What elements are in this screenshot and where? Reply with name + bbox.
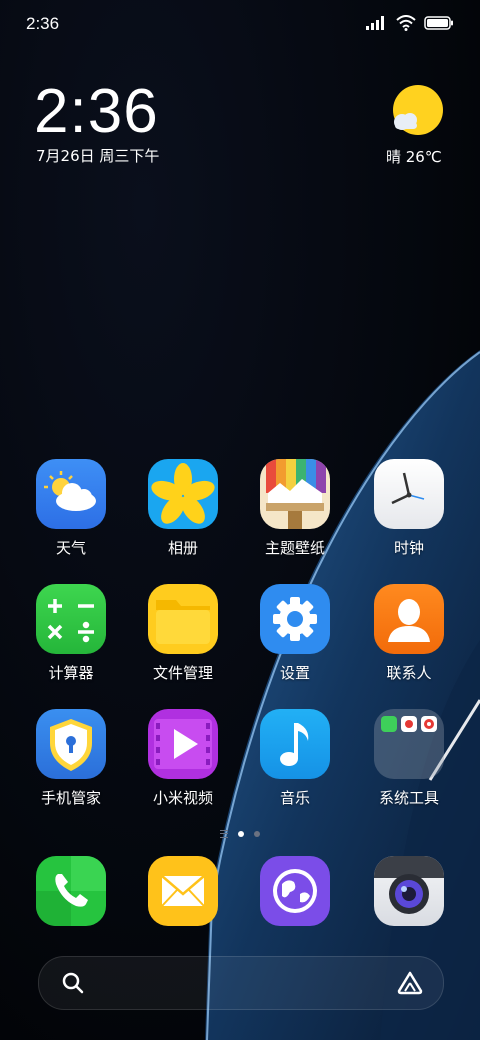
dock-phone[interactable] — [16, 856, 126, 926]
dock-camera[interactable] — [354, 856, 464, 926]
video-play-icon — [148, 709, 218, 779]
app-label: 主题壁纸 — [264, 539, 325, 557]
mail-icon — [148, 856, 218, 926]
search-icon — [62, 972, 84, 994]
calculator-icon — [36, 584, 106, 654]
wifi-icon — [396, 15, 416, 31]
app-settings[interactable]: 设置 — [240, 584, 350, 683]
search-bar[interactable] — [38, 956, 444, 1010]
browser-globe-icon — [260, 856, 330, 926]
app-clock[interactable]: 时钟 — [354, 459, 464, 558]
clock-icon — [374, 459, 444, 529]
app-themes[interactable]: 主题壁纸 — [240, 459, 350, 558]
app-label: 小米视频 — [152, 789, 213, 807]
app-label: 时钟 — [393, 539, 424, 557]
status-icons — [366, 15, 454, 31]
signal-icon — [366, 16, 384, 30]
themes-icon — [260, 459, 330, 529]
page-dot[interactable] — [254, 831, 260, 837]
clock-widget-time[interactable]: 2:36 — [34, 76, 159, 147]
app-file-manager[interactable]: 文件管理 — [128, 584, 238, 683]
app-label: 手机管家 — [40, 789, 101, 807]
folder-group-icon — [374, 709, 444, 779]
app-video[interactable]: 小米视频 — [128, 709, 238, 808]
app-weather[interactable]: 天气 — [16, 459, 126, 558]
app-security[interactable]: 手机管家 — [16, 709, 126, 808]
weather-sun-icon[interactable] — [388, 82, 448, 142]
app-folder-system-tools[interactable]: 系统工具 — [354, 709, 464, 808]
gallery-icon — [148, 459, 218, 529]
contacts-icon — [374, 584, 444, 654]
weather-icon — [36, 459, 106, 529]
app-label: 设置 — [279, 664, 310, 682]
app-label: 计算器 — [48, 664, 94, 682]
security-shield-icon — [36, 709, 106, 779]
folder-icon — [148, 584, 218, 654]
app-calculator[interactable]: 计算器 — [16, 584, 126, 683]
app-music[interactable]: 音乐 — [240, 709, 350, 808]
battery-icon — [424, 16, 453, 30]
page-dot-active[interactable] — [238, 831, 244, 837]
app-label: 联系人 — [386, 664, 432, 682]
status-bar: 2:36 — [0, 0, 480, 50]
music-note-icon — [260, 709, 330, 779]
app-gallery[interactable]: 相册 — [128, 459, 238, 558]
status-time: 2:36 — [26, 14, 60, 33]
app-label: 天气 — [55, 539, 86, 557]
feed-page-icon[interactable] — [220, 830, 228, 838]
clock-widget-date[interactable]: 7月26日 周三下午 — [36, 145, 159, 166]
page-indicator[interactable] — [0, 830, 480, 838]
dock-browser[interactable] — [240, 856, 350, 926]
weather-text[interactable]: 晴 26℃ — [386, 146, 442, 167]
app-contacts[interactable]: 联系人 — [354, 584, 464, 683]
phone-icon — [36, 856, 106, 926]
camera-icon — [374, 856, 444, 926]
assistant-icon[interactable] — [397, 971, 423, 995]
app-label: 系统工具 — [378, 789, 439, 807]
app-label: 音乐 — [279, 789, 310, 807]
gear-icon — [260, 584, 330, 654]
app-label: 文件管理 — [152, 664, 213, 682]
app-label: 相册 — [167, 539, 198, 557]
dock-mail[interactable] — [128, 856, 238, 926]
